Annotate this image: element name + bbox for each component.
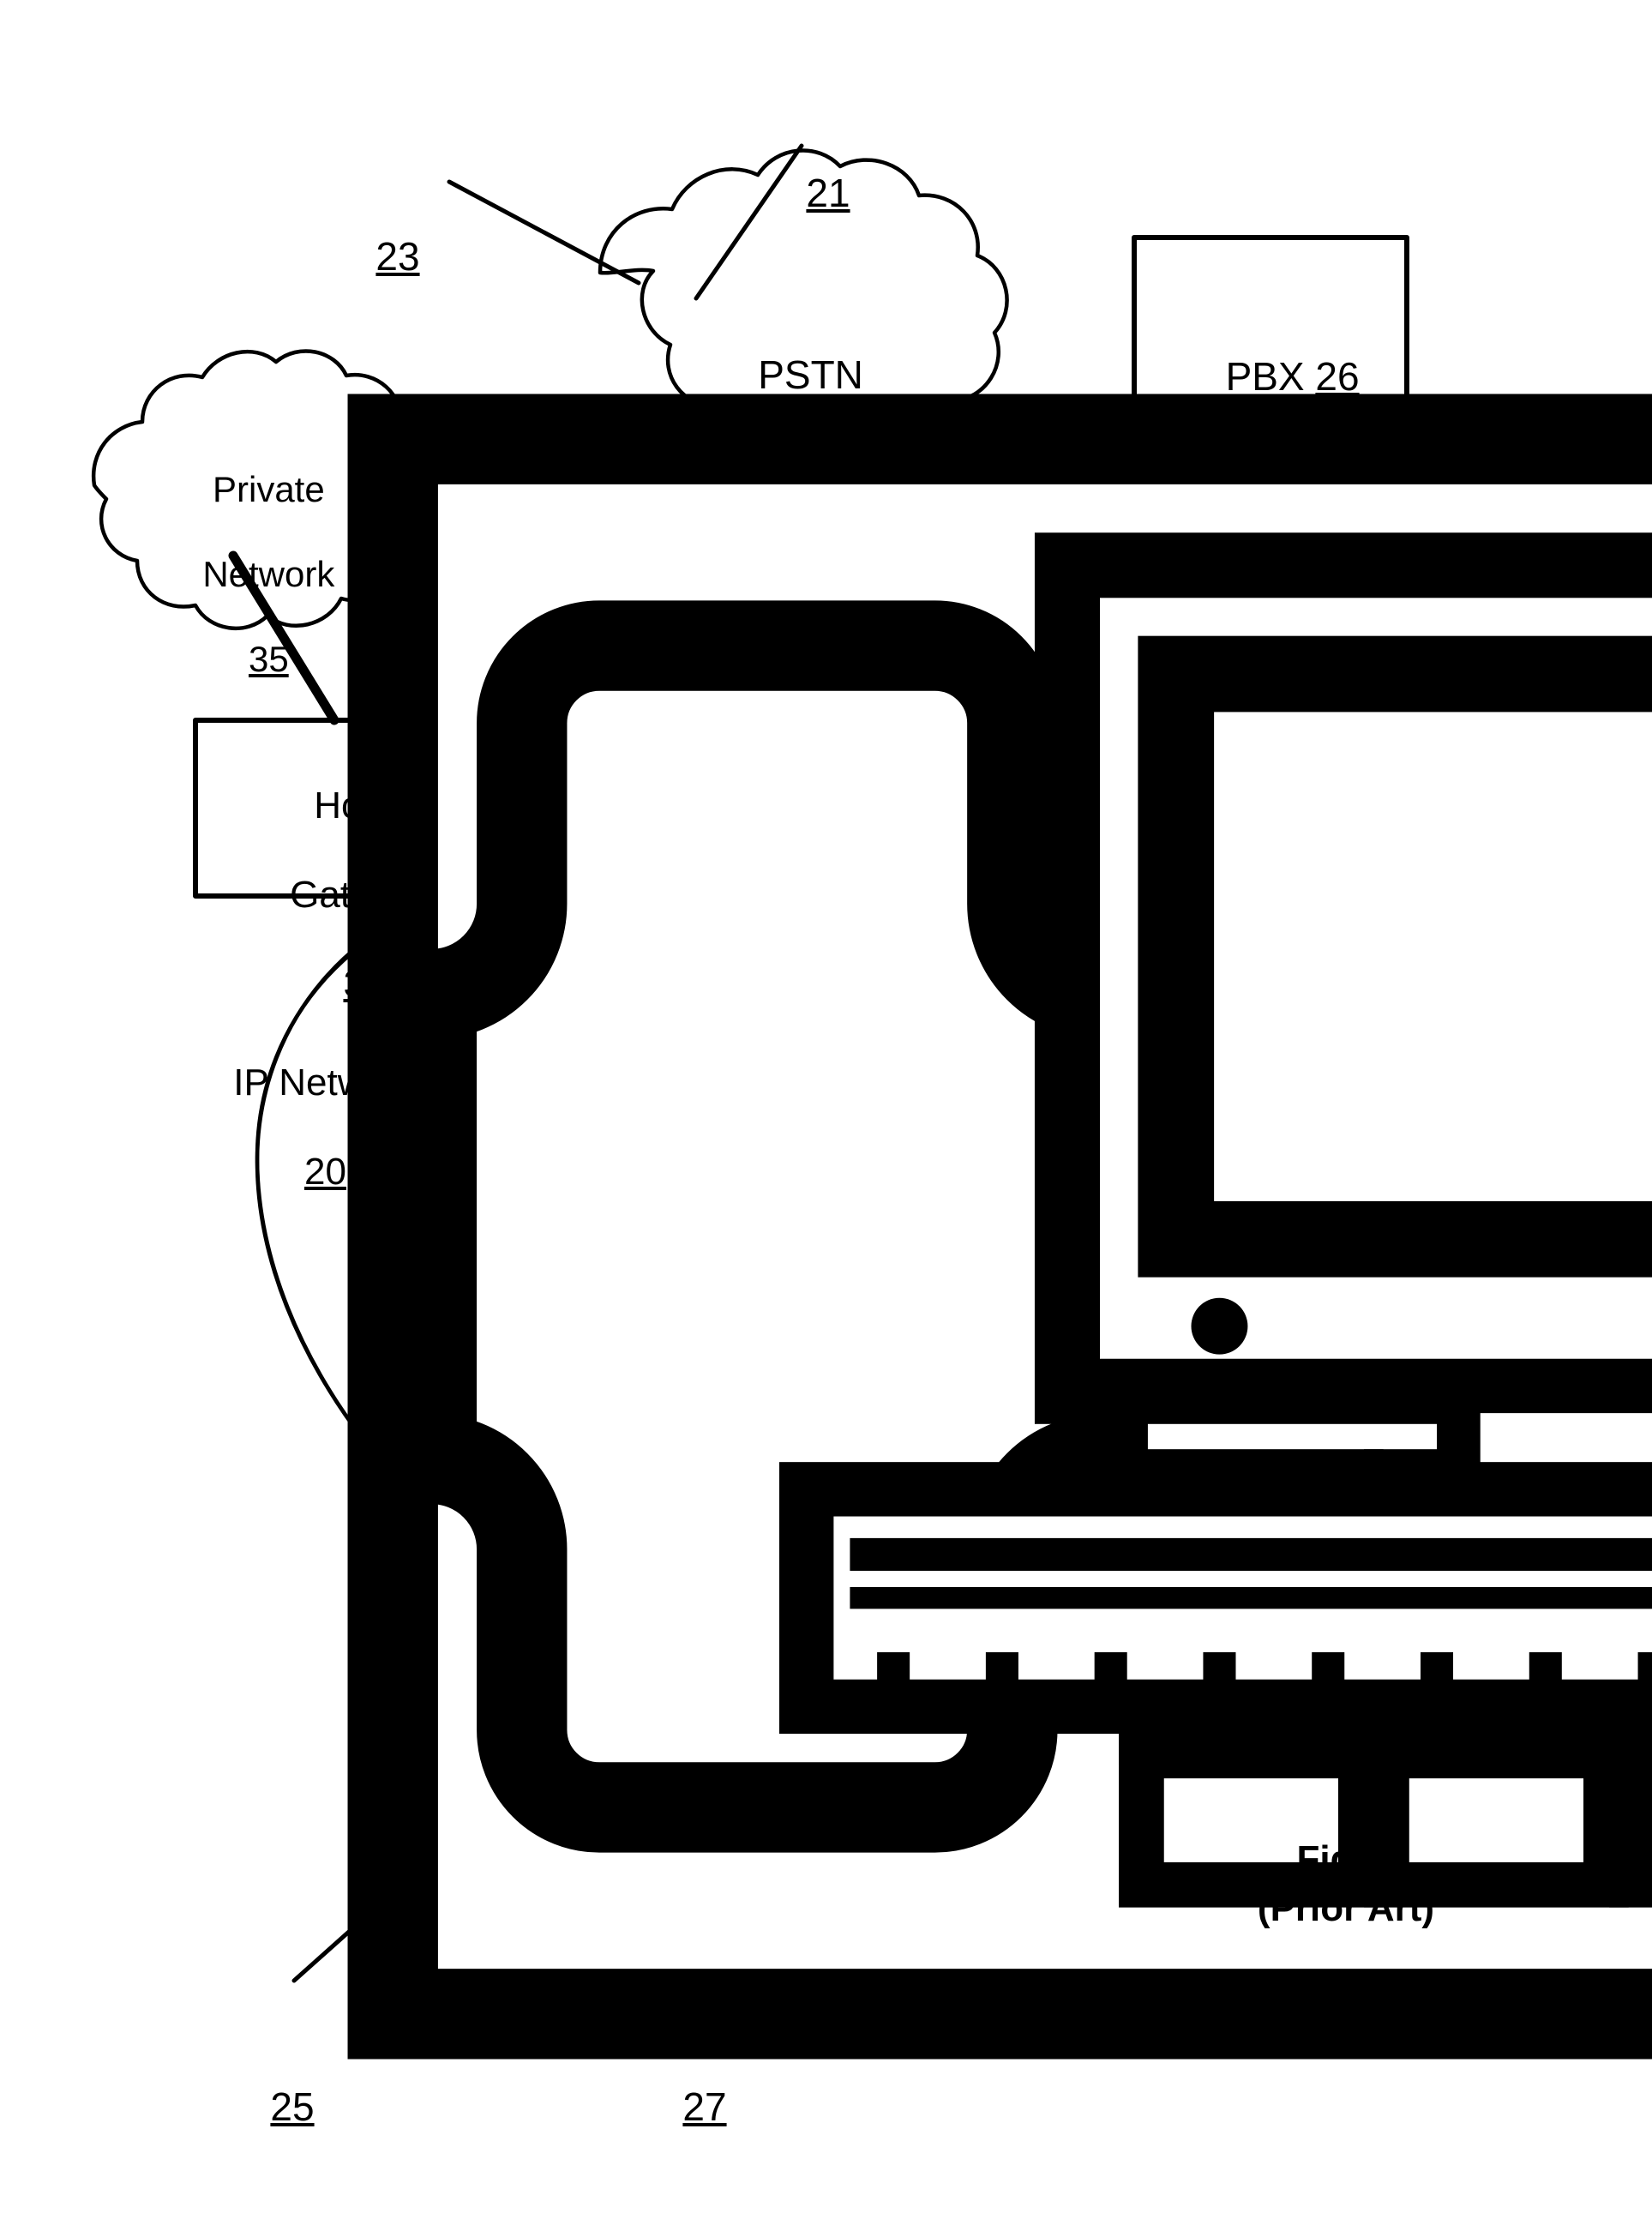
device-ref-telephone-25: 25 xyxy=(270,2084,315,2129)
device-ref-computer-27: 27 xyxy=(682,2084,727,2129)
computer-icon xyxy=(636,1919,1652,2213)
device-ref-computer-21: 21 xyxy=(806,171,850,215)
cloud-name-private-line2: Network xyxy=(202,553,335,594)
cloud-ref-ip-network-20: 20 xyxy=(303,1150,346,1193)
device-ref-telephone-23: 23 xyxy=(375,234,420,279)
cloud-ref-private-35: 35 xyxy=(248,638,289,679)
figure-caption-line1: Fig. 1 xyxy=(1296,1838,1396,1880)
cloud-name-private-line1: Private xyxy=(212,468,325,509)
cloud-label-private-35: Private Network 35 xyxy=(120,425,377,723)
patent-figure-1: PSTN 22 Private Network 35 IP Network 20… xyxy=(0,0,1652,2213)
figure-caption: Fig. 1 (Prior Art) xyxy=(1200,1835,1492,1933)
figure-caption-line2: (Prior Art) xyxy=(1257,1887,1435,1930)
